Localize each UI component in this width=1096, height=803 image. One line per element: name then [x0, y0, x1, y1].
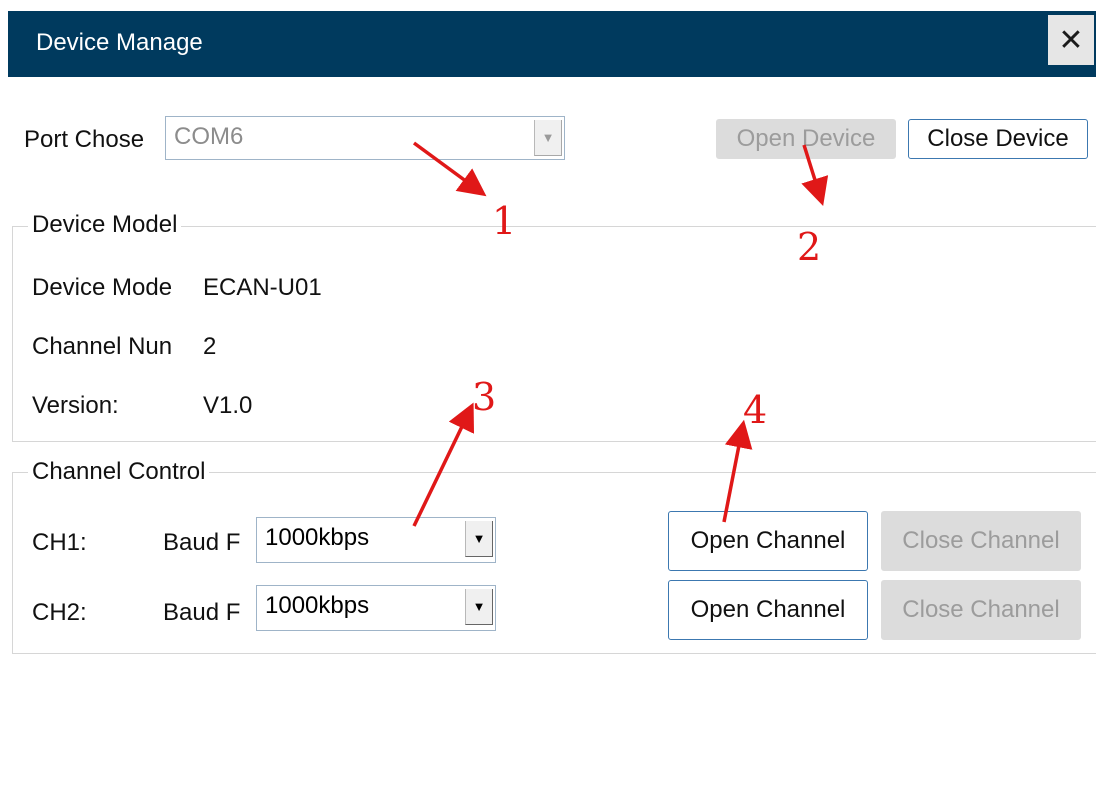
- annotation-3: 3: [472, 375, 497, 419]
- annotation-4: 4: [743, 388, 768, 432]
- arrow-2: [801, 144, 829, 207]
- arrow-4: [722, 419, 753, 523]
- annotation-1: 1: [492, 199, 517, 243]
- arrow-3: [412, 402, 475, 527]
- annotation-arrows: [412, 141, 829, 527]
- arrow-1: [412, 141, 487, 197]
- annotation-2: 2: [797, 225, 822, 269]
